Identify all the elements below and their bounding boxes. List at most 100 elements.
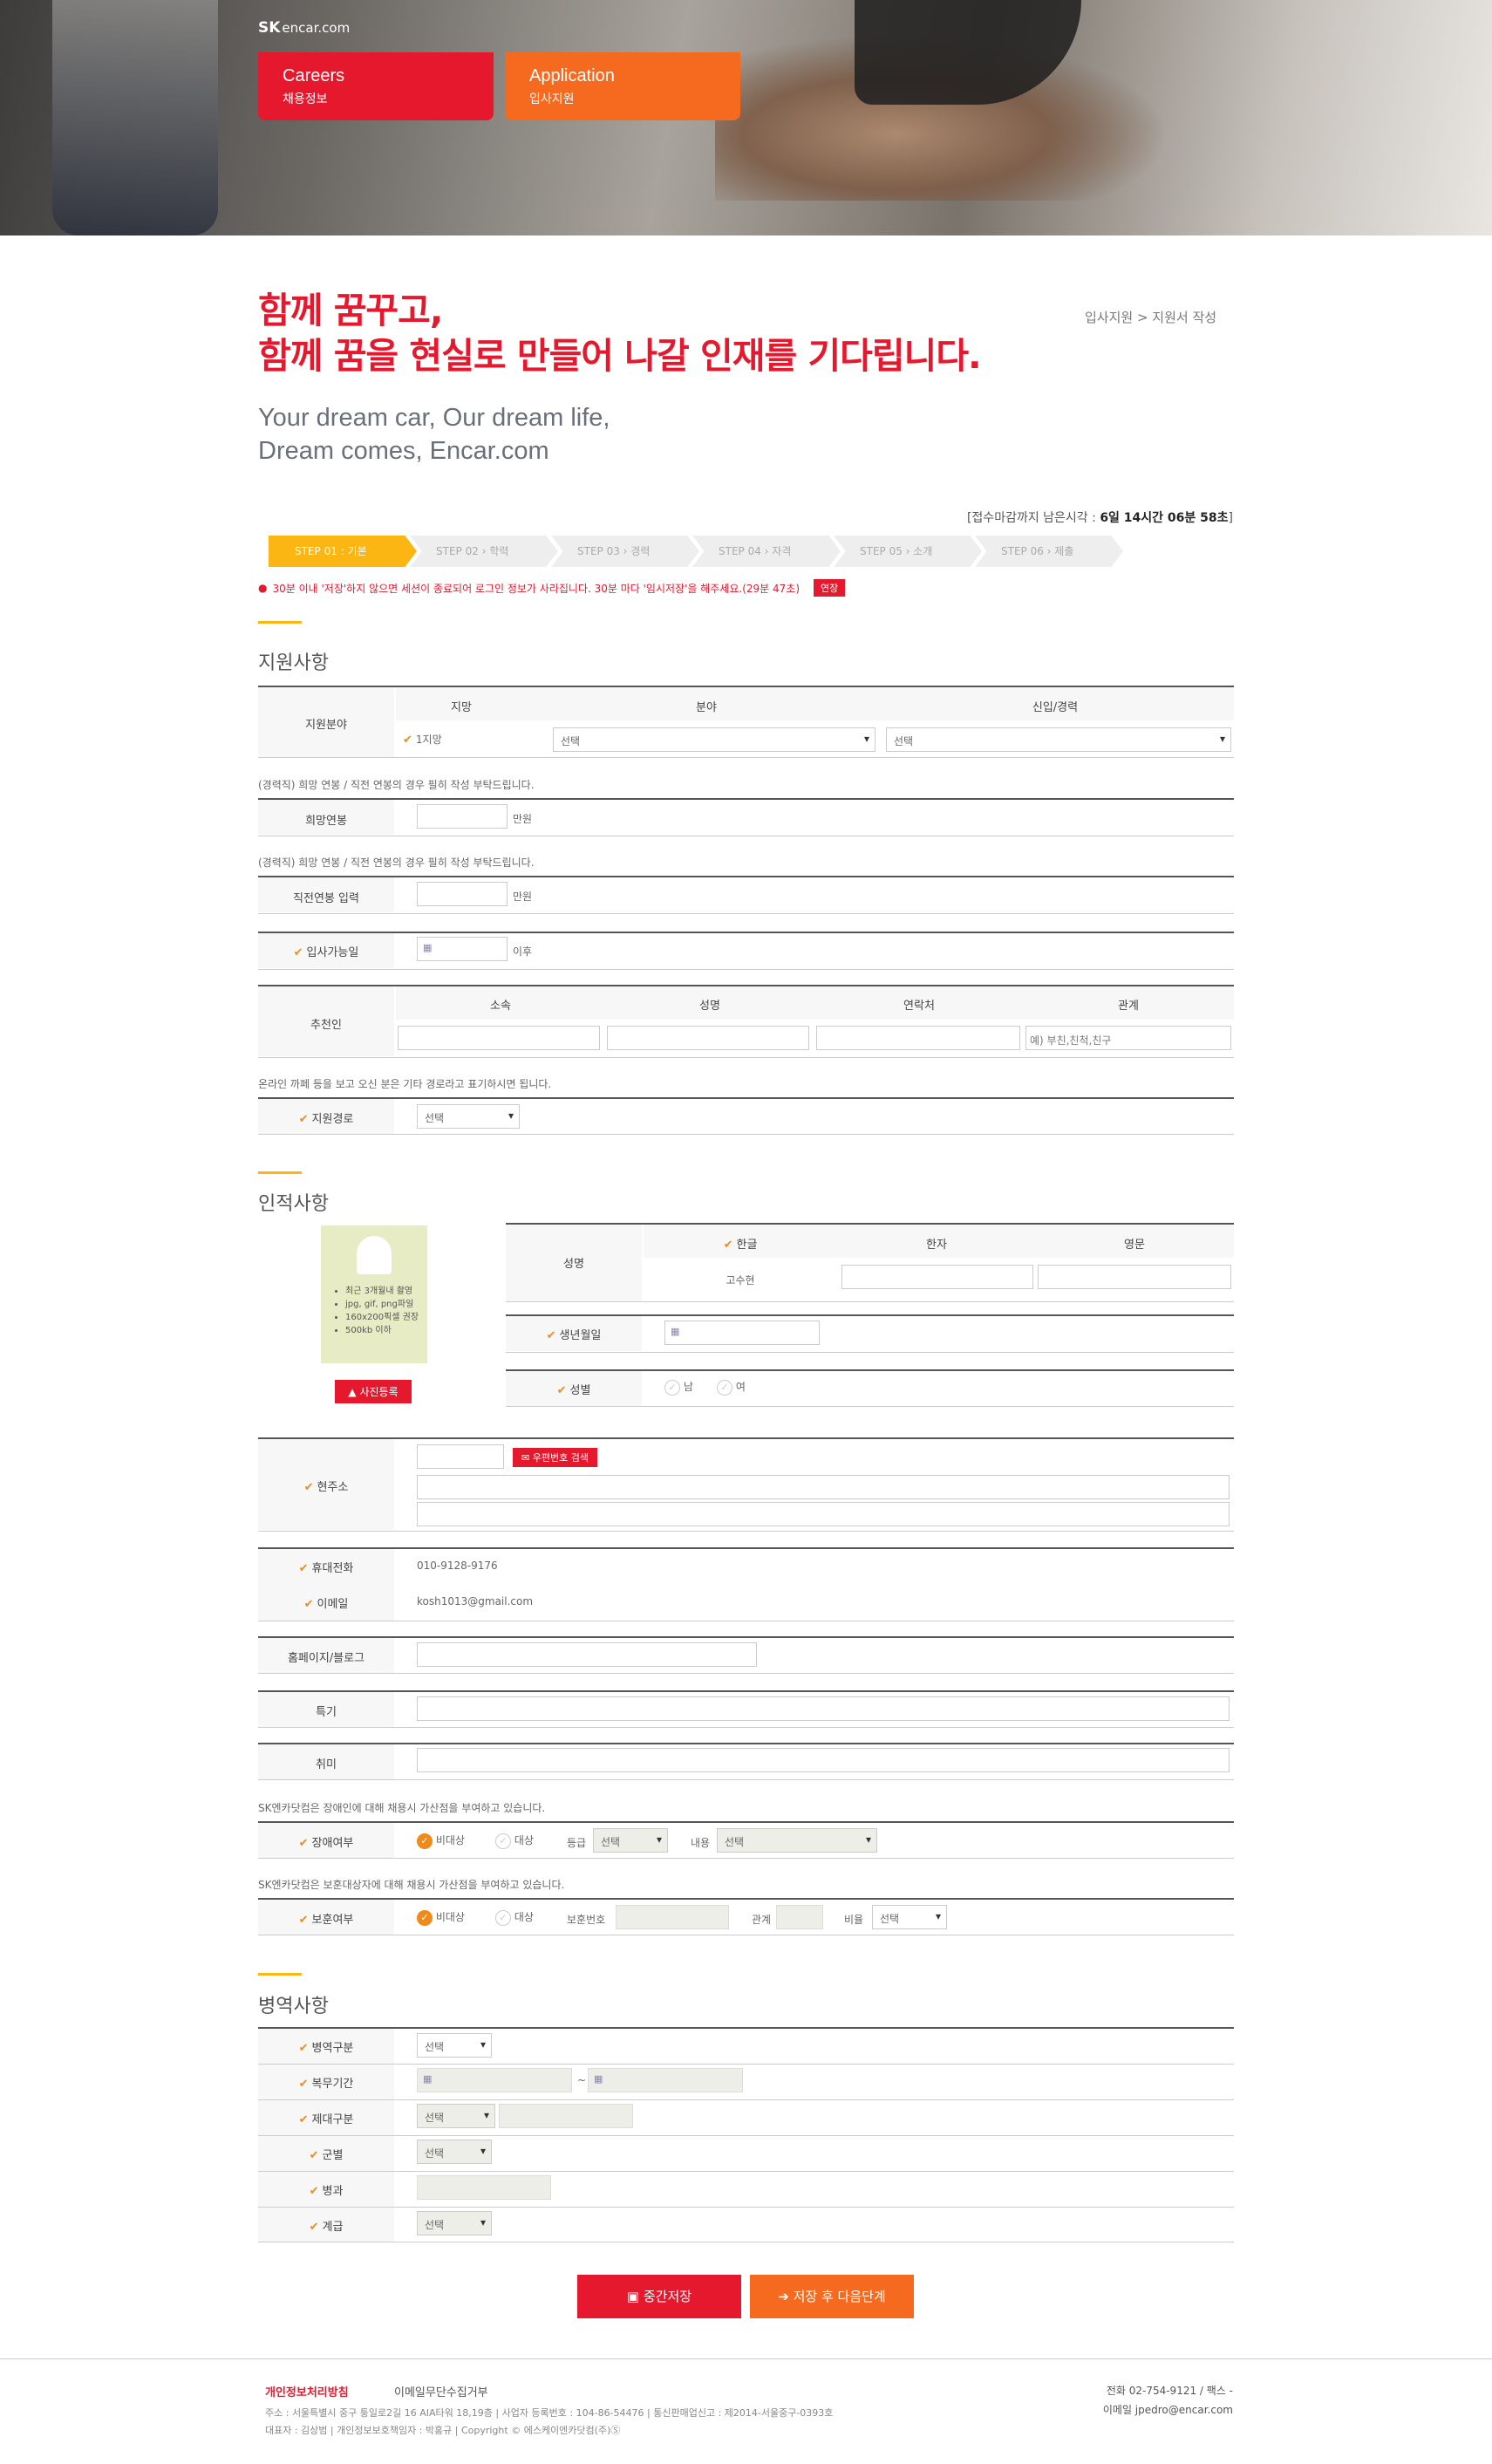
discharge-reason-input[interactable]	[499, 2104, 633, 2128]
temp-save-button[interactable]: ▣ 중간저장	[577, 2275, 741, 2318]
calendar-icon: ▦	[671, 1326, 680, 1337]
breadcrumb: 입사지원 > 지원서 작성	[1085, 310, 1217, 325]
step-1: STEP 01 : 기본	[269, 536, 417, 567]
footer-address: 주소 : 서울특별시 중구 퉁일로2길 16 AIA타워 18,19층 | 사업…	[265, 2407, 834, 2419]
veteran-yes[interactable]: ✓ 대상	[495, 1909, 534, 1926]
arm-input[interactable]	[417, 2175, 551, 2200]
ratio-select[interactable]: 선택	[872, 1905, 947, 1929]
ref-relation-input[interactable]: 예) 부친,친척,친구	[1025, 1026, 1231, 1050]
headline-ko: 함께 꿈꾸고, 함께 꿈을 현실로 만들어 나갈 인재를 기다립니다.	[258, 290, 982, 377]
veteran-number-input[interactable]	[616, 1905, 729, 1929]
calendar-icon: ▦	[423, 942, 433, 953]
gender-male[interactable]: ✓ 남	[664, 1379, 693, 1396]
save-icon: ▣	[626, 2289, 644, 2304]
name-hanja-input[interactable]	[841, 1265, 1033, 1289]
name-ko-value: 고수현	[726, 1274, 755, 1287]
disability-no[interactable]: ✓ 비대상	[417, 1833, 465, 1849]
check-icon: ✔	[403, 734, 412, 747]
branch-select[interactable]: 선택	[417, 2140, 492, 2164]
disability-yes[interactable]: ✓ 대상	[495, 1833, 534, 1849]
military-type-select[interactable]: 선택	[417, 2033, 492, 2058]
radio-icon: ✓	[717, 1379, 732, 1396]
email-value: kosh1013@gmail.com	[417, 1595, 534, 1607]
required-icon: ✔	[303, 1481, 314, 1494]
arrow-right-icon: ➔	[778, 2289, 794, 2304]
prev-salary-input[interactable]	[417, 882, 508, 906]
address-line1-input[interactable]	[417, 1475, 1230, 1499]
choice-1: ✔ 1지망	[403, 734, 442, 747]
person-icon	[357, 1236, 392, 1274]
name-en-input[interactable]	[1038, 1265, 1231, 1289]
required-icon: ✔	[723, 1239, 733, 1252]
disability-content-select[interactable]: 선택	[717, 1828, 877, 1853]
required-icon: ✔	[298, 1914, 309, 1927]
gender-female[interactable]: ✓ 여	[717, 1379, 746, 1396]
step-indicator: STEP 01 : 기본 STEP 02 › 학력 STEP 03 › 경력 S…	[269, 536, 1123, 567]
address-line2-input[interactable]	[417, 1502, 1230, 1526]
save-next-button[interactable]: ➔ 저장 후 다음단계	[750, 2275, 914, 2318]
service-end-input[interactable]: ▦	[588, 2068, 743, 2092]
route-select[interactable]: 선택	[417, 1104, 520, 1129]
privacy-link[interactable]: 개인정보처리방침	[265, 2383, 349, 2399]
section-accent	[258, 621, 302, 624]
required-icon: ✔	[309, 2221, 319, 2234]
homepage-input[interactable]	[417, 1642, 757, 1667]
calendar-icon: ▦	[594, 2073, 603, 2085]
rank-select[interactable]: 선택	[417, 2211, 492, 2235]
email-refuse-link[interactable]: 이메일무단수집거부	[394, 2383, 488, 2399]
required-icon: ✔	[298, 2042, 309, 2055]
ref-org-input[interactable]	[398, 1026, 600, 1050]
step-5: STEP 05 › 소개	[834, 536, 982, 567]
required-icon: ✔	[298, 1562, 309, 1575]
extend-button[interactable]: 연장	[814, 579, 846, 597]
required-icon: ✔	[309, 2185, 319, 2198]
skill-input[interactable]	[417, 1696, 1230, 1721]
join-date-input[interactable]: ▦	[417, 937, 508, 961]
required-icon: ✔	[556, 1384, 567, 1397]
service-start-input[interactable]: ▦	[417, 2068, 572, 2092]
desired-salary-input[interactable]	[417, 804, 508, 829]
radio-icon: ✓	[417, 1833, 433, 1849]
nav-application[interactable]: Application 입사지원	[505, 52, 740, 120]
footer-rep: 대표자 : 김상범 | 개인정보보호책임자 : 박홍규 | Copyright …	[265, 2425, 621, 2436]
required-icon: ✔	[298, 2113, 309, 2126]
grade-select[interactable]: 선택	[593, 1828, 668, 1853]
required-icon: ✔	[303, 1598, 314, 1611]
photo-placeholder: 최근 3개월내 촬영jpg, gif, png파일 160x200픽셀 권장50…	[321, 1225, 427, 1363]
hero-banner	[0, 0, 1492, 235]
footer-mail: 이메일 jpedro@encar.com	[1102, 2404, 1233, 2416]
radio-icon: ✓	[495, 1909, 511, 1926]
veteran-no[interactable]: ✓ 비대상	[417, 1909, 465, 1926]
birth-date-input[interactable]: ▦	[664, 1321, 820, 1345]
ref-name-input[interactable]	[607, 1026, 809, 1050]
radio-icon: ✓	[417, 1909, 433, 1926]
radio-icon: ✓	[664, 1379, 680, 1396]
zip-input[interactable]	[417, 1444, 504, 1469]
radio-icon: ✓	[495, 1833, 511, 1849]
career-select[interactable]: 선택	[886, 727, 1231, 752]
discharge-select[interactable]: 선택	[417, 2104, 495, 2128]
label-field: 지원분야	[305, 719, 347, 732]
required-icon: ✔	[546, 1329, 556, 1342]
ref-phone-input[interactable]	[816, 1026, 1020, 1050]
step-4: STEP 04 › 자격	[692, 536, 841, 567]
headline-en: Your dream car, Our dream life, Dream com…	[258, 404, 610, 465]
session-warning: ● 30분 이내 '저장'하지 않으면 세션이 종료되어 로그인 정보가 사라집…	[258, 579, 846, 597]
mail-icon: ✉	[521, 1452, 533, 1464]
field-select[interactable]: 선택	[553, 727, 875, 752]
deadline-timer: [접수마감까지 남은시각 : 6일 14시간 06분 58초]	[966, 511, 1233, 525]
section-title-personal: 인적사항	[258, 1193, 329, 1215]
calendar-icon: ▦	[423, 2073, 433, 2085]
alert-icon: ●	[258, 582, 268, 594]
nav-careers[interactable]: Careers 채용정보	[258, 52, 494, 120]
user-icon: ▲	[348, 1386, 360, 1398]
veteran-relation-input[interactable]	[776, 1905, 823, 1929]
logo[interactable]: SK encar.com	[258, 19, 350, 37]
zip-search-button[interactable]: ✉ 우편번호 검색	[513, 1448, 597, 1467]
section-title-apply: 지원사항	[258, 652, 329, 674]
photo-upload-button[interactable]: ▲ 사진등록	[335, 1380, 412, 1403]
step-6: STEP 06 › 제출	[975, 536, 1123, 567]
hobby-input[interactable]	[417, 1748, 1230, 1772]
section-title-military: 병역사항	[258, 1996, 329, 2017]
footer-tel: 전화 02-754-9121 / 팩스 -	[1106, 2385, 1233, 2397]
